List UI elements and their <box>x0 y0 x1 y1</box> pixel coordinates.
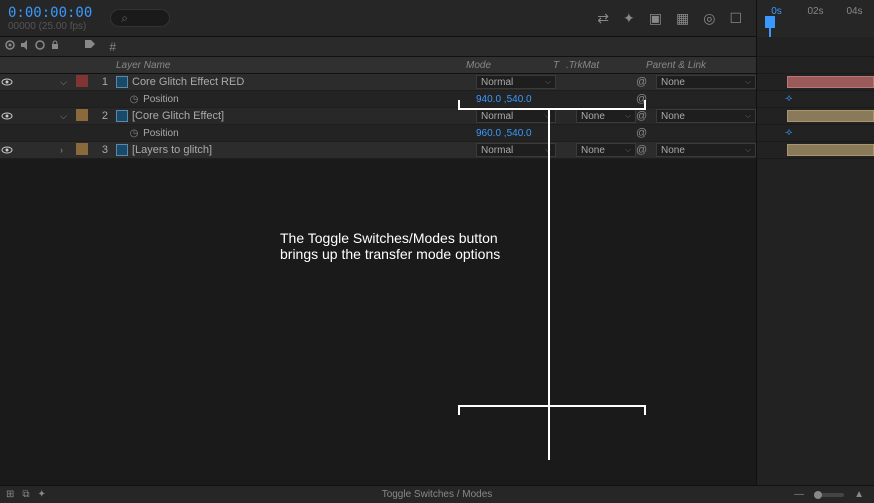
chevron-down-icon: ⌵ <box>545 77 551 87</box>
parent-dropdown[interactable]: None⌵ <box>656 75 756 89</box>
switches-row: # <box>0 37 756 57</box>
mode-dropdown[interactable]: Normal⌵ <box>476 75 556 89</box>
layer-name[interactable]: [Layers to glitch] <box>132 144 212 156</box>
layer-clip[interactable] <box>787 76 874 88</box>
frame-blend-toggle-icon[interactable]: ⊞ <box>6 489 14 500</box>
trkmat-header[interactable]: .TrkMat <box>566 60 626 71</box>
column-header-row: Layer Name Mode T .TrkMat Parent & Link <box>0 57 756 74</box>
label-column-icon[interactable] <box>84 39 102 54</box>
chevron-down-icon: ⌵ <box>625 111 631 121</box>
layer-index: 2 <box>94 110 112 122</box>
visibility-eye-icon[interactable] <box>0 143 14 157</box>
ruler-tick: 02s <box>796 6 835 17</box>
comp-flow-icon[interactable]: ⇄ <box>597 10 609 27</box>
shy-icon[interactable]: ✦ <box>623 10 635 27</box>
frame-blend-icon[interactable]: ▣ <box>649 10 662 27</box>
trkmat-dropdown[interactable]: None⌵ <box>576 143 636 157</box>
comp-icon <box>116 110 128 122</box>
mode-header[interactable]: Mode <box>466 60 546 71</box>
stopwatch-icon[interactable]: ◷ <box>128 93 140 105</box>
current-timecode[interactable]: 0:00:00:00 <box>8 5 92 21</box>
comp-icon <box>116 144 128 156</box>
bottom-bar: ⊞ ⧉ ✦ Toggle Switches / Modes — ▲ <box>0 485 874 503</box>
timeline-lanes[interactable]: ⟢ ⟢ <box>756 37 874 485</box>
layer-index: 3 <box>94 144 112 156</box>
pickwhip-icon[interactable]: @ <box>636 76 647 88</box>
keyframe-marker-icon[interactable]: ⟢ <box>785 93 792 104</box>
label-color-chip[interactable] <box>76 75 88 87</box>
annotation-bracket-top <box>458 100 646 110</box>
property-name: Position <box>143 94 179 105</box>
layer-name[interactable]: Core Glitch Effect RED <box>132 76 244 88</box>
parent-dropdown[interactable]: None⌵ <box>656 143 756 157</box>
twirl-down-icon[interactable]: ⌵ <box>60 77 67 87</box>
motion-blur-icon[interactable]: ▦ <box>676 10 689 27</box>
layer-row[interactable]: ⌵ 1 Core Glitch Effect RED Normal⌵ @ Non… <box>0 74 756 91</box>
time-ruler[interactable]: 0s 02s 04s <box>756 0 874 37</box>
mode-dropdown[interactable]: Normal⌵ <box>476 143 556 157</box>
toggle-switches-modes-button[interactable]: Toggle Switches / Modes <box>382 489 493 500</box>
parent-link-header[interactable]: Parent & Link <box>646 60 746 71</box>
timecode-box[interactable]: 0:00:00:00 00000 (25.00 fps) <box>0 2 100 35</box>
pickwhip-icon[interactable]: @ <box>636 144 647 156</box>
zoom-slider[interactable] <box>814 493 844 497</box>
audio-switch-icon[interactable] <box>19 39 31 54</box>
top-bar: 0:00:00:00 00000 (25.00 fps) ⌕ ⇄ ✦ ▣ ▦ ◎… <box>0 0 874 37</box>
label-color-chip[interactable] <box>76 109 88 121</box>
annotation-text: The Toggle Switches/Modes button brings … <box>280 230 500 262</box>
search-input[interactable]: ⌕ <box>110 9 170 27</box>
comp-icon <box>116 76 128 88</box>
frame-fps: 00000 (25.00 fps) <box>8 21 92 32</box>
graph-editor-icon[interactable]: ◎ <box>703 10 715 27</box>
layer-clip[interactable] <box>787 144 874 156</box>
visibility-eye-icon[interactable] <box>0 75 14 89</box>
keyframe-marker-icon[interactable]: ⟢ <box>785 127 792 138</box>
layer-name[interactable]: [Core Glitch Effect] <box>132 110 224 122</box>
pickwhip-icon[interactable]: @ <box>636 127 647 139</box>
comp-toolbar-icons: ⇄ ✦ ▣ ▦ ◎ ☐ <box>597 10 754 27</box>
motion-blur-toggle-icon[interactable]: ⧉ <box>22 489 29 500</box>
twirl-down-icon[interactable]: ⌵ <box>60 111 67 121</box>
property-name: Position <box>143 128 179 139</box>
property-row[interactable]: ◷ Position 960.0 ,540.0 @ <box>0 125 756 142</box>
trkmat-dropdown[interactable]: None⌵ <box>576 109 636 123</box>
search-icon: ⌕ <box>121 11 128 26</box>
layer-row[interactable]: ⌵ 2 [Core Glitch Effect] Normal⌵ None⌵ @… <box>0 108 756 125</box>
chevron-down-icon: ⌵ <box>745 77 751 87</box>
layer-row[interactable]: › 3 [Layers to glitch] Normal⌵ None⌵ @ N… <box>0 142 756 159</box>
video-switch-icon[interactable] <box>4 39 16 54</box>
render-time-icon[interactable]: ✦ <box>38 489 46 500</box>
parent-dropdown[interactable]: None⌵ <box>656 109 756 123</box>
chevron-down-icon: ⌵ <box>745 111 751 121</box>
property-value[interactable]: 960.0 ,540.0 <box>476 128 556 139</box>
index-header: # <box>102 40 120 54</box>
zoom-out-icon[interactable]: — <box>794 489 804 500</box>
ruler-tick: 0s <box>757 6 796 17</box>
lock-switch-icon[interactable] <box>49 39 61 54</box>
annotation-bracket-bottom <box>458 405 646 415</box>
label-color-chip[interactable] <box>76 143 88 155</box>
pickwhip-icon[interactable]: @ <box>636 110 647 122</box>
visibility-eye-icon[interactable] <box>0 109 14 123</box>
layer-name-header[interactable]: Layer Name <box>112 60 466 71</box>
t-header: T <box>546 60 566 71</box>
ruler-tick: 04s <box>835 6 874 17</box>
stopwatch-icon[interactable]: ◷ <box>128 127 140 139</box>
chevron-down-icon: ⌵ <box>625 145 631 155</box>
layer-clip[interactable] <box>787 110 874 122</box>
draft-3d-icon[interactable]: ☐ <box>729 10 742 27</box>
solo-switch-icon[interactable] <box>34 39 46 54</box>
twirl-right-icon[interactable]: › <box>60 145 63 155</box>
playhead[interactable] <box>765 16 775 28</box>
zoom-in-icon[interactable]: ▲ <box>854 489 864 500</box>
chevron-down-icon: ⌵ <box>745 145 751 155</box>
layer-index: 1 <box>94 76 112 88</box>
mode-dropdown[interactable]: Normal⌵ <box>476 109 556 123</box>
